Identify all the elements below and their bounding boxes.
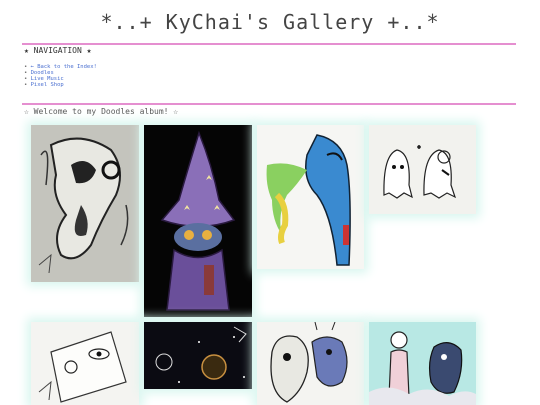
creature-sketch-image: [31, 125, 139, 282]
face-sketch-image: [31, 322, 139, 405]
gallery-image-blue-creature-drawing[interactable]: [257, 125, 364, 269]
gallery-image-space-drawing[interactable]: [144, 322, 252, 389]
blue-creature-drawing-image: [257, 125, 364, 269]
nav-link-pixel-shop[interactable]: Pixel Shop: [24, 82, 97, 88]
space-drawing-image: [144, 322, 252, 389]
navigation-list: ← Back to the Index! Doodles Live Music …: [24, 64, 97, 88]
wizard-drawing-image: [144, 125, 252, 317]
gallery-image-face-sketch[interactable]: [31, 322, 139, 405]
navigation-heading: ★ NAVIGATION ★: [24, 46, 92, 55]
monster-sketch-image: [257, 322, 364, 405]
ghosts-sketch-image: [369, 125, 476, 214]
divider: [22, 43, 516, 45]
divider: [22, 103, 516, 105]
gallery-image-monster-sketch[interactable]: [257, 322, 364, 405]
gallery-image-creature-sketch[interactable]: [31, 125, 139, 282]
page-title: *..+ KyChai's Gallery +..*: [100, 10, 440, 34]
characters-drawing-image: [369, 322, 476, 405]
gallery-image-wizard-drawing[interactable]: [144, 125, 252, 317]
album-heading: ☆ Welcome to my Doodles album! ☆: [24, 107, 179, 116]
gallery-image-characters-drawing[interactable]: [369, 322, 476, 405]
gallery-image-ghosts-sketch[interactable]: [369, 125, 476, 214]
